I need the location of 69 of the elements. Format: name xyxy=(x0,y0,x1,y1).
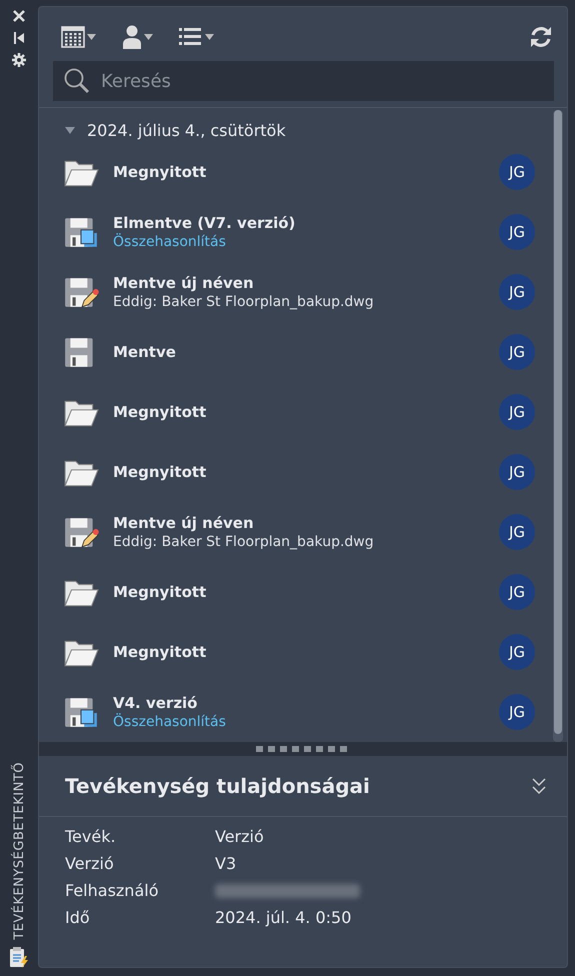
user-avatar: JG xyxy=(499,214,535,250)
activity-item[interactable]: Megnyitott JG xyxy=(39,142,553,202)
property-label: Idő xyxy=(65,908,91,927)
activity-item[interactable]: Mentve új néven Eddig: Baker St Floorplan_bakup.dwg JG xyxy=(39,502,553,562)
floppy-disk-pencil-icon xyxy=(63,515,99,549)
property-label: Tevék. xyxy=(65,827,117,846)
splitter-handle[interactable] xyxy=(39,742,567,756)
refresh-icon xyxy=(529,25,553,49)
properties-title: Tevékenység tulajdonságai xyxy=(65,774,371,798)
property-value: V3 xyxy=(215,854,238,873)
clipboard-lightning-icon[interactable] xyxy=(8,946,30,968)
search-field[interactable]: Keresés xyxy=(53,61,554,101)
user-icon xyxy=(122,25,142,49)
activity-item[interactable]: V4. verzió Összehasonlítás JG xyxy=(39,682,553,742)
compare-link[interactable]: Összehasonlítás xyxy=(113,234,485,250)
caret-icon xyxy=(205,34,214,40)
activity-title: V4. verzió xyxy=(113,694,198,712)
collapse-chevron-icon[interactable] xyxy=(531,777,547,795)
scrollbar-thumb[interactable] xyxy=(554,110,562,734)
calendar-icon xyxy=(61,26,85,48)
date-group-label: 2024. július 4., csütörtök xyxy=(87,120,286,140)
activity-title: Mentve új néven xyxy=(113,274,255,292)
date-group-header[interactable]: 2024. július 4., csütörtök xyxy=(39,112,553,142)
property-label: Verzió xyxy=(65,854,115,873)
activity-item[interactable]: Megnyitott JG xyxy=(39,442,553,502)
activity-detail: Eddig: Baker St Floorplan_bakup.dwg xyxy=(113,294,375,310)
user-avatar: JG xyxy=(499,634,535,670)
property-value: Verzió xyxy=(215,827,265,846)
floppy-disk-copy-icon xyxy=(63,215,99,249)
search-icon xyxy=(63,67,91,95)
activity-title: Megnyitott xyxy=(113,463,208,481)
palette-title: TEVÉKENYSÉGBETEKINTŐ xyxy=(12,762,26,940)
activity-detail: Eddig: Baker St Floorplan_bakup.dwg xyxy=(113,534,375,550)
user-avatar: JG xyxy=(499,274,535,310)
activity-title: Megnyitott xyxy=(113,163,208,181)
user-avatar: JG xyxy=(499,394,535,430)
activity-item[interactable]: Megnyitott JG xyxy=(39,382,553,442)
user-filter-button[interactable] xyxy=(122,25,153,49)
activity-title: Elmentve (V7. verzió) xyxy=(113,214,296,232)
activity-item[interactable]: Megnyitott JG xyxy=(39,622,553,682)
activity-item[interactable]: Megnyitott JG xyxy=(39,562,553,622)
activity-title: Megnyitott xyxy=(113,643,208,661)
activity-title: Mentve xyxy=(113,343,177,361)
user-avatar: JG xyxy=(499,454,535,490)
property-label: Felhasználó xyxy=(65,881,160,900)
activity-item[interactable]: Elmentve (V7. verzió) Összehasonlítás JG xyxy=(39,202,553,262)
activity-item[interactable]: Mentve JG xyxy=(39,322,553,382)
list-view-button[interactable] xyxy=(179,26,214,48)
floppy-disk-pencil-icon xyxy=(63,275,99,309)
caret-icon xyxy=(87,34,96,40)
settings-icon[interactable] xyxy=(11,52,27,68)
activity-item[interactable]: Mentve új néven Eddig: Baker St Floorplan_bakup.dwg JG xyxy=(39,262,553,322)
collapse-icon[interactable] xyxy=(11,30,27,46)
activity-title: Megnyitott xyxy=(113,583,208,601)
user-avatar: JG xyxy=(499,514,535,550)
activity-title: Mentve új néven xyxy=(113,514,255,532)
compare-link[interactable]: Összehasonlítás xyxy=(113,714,485,730)
property-value: 2024. júl. 4. 0:50 xyxy=(215,908,352,927)
close-icon[interactable] xyxy=(11,8,27,24)
calendar-filter-button[interactable] xyxy=(61,26,96,48)
refresh-button[interactable] xyxy=(529,25,553,49)
list-icon xyxy=(179,26,203,48)
activity-title: Megnyitott xyxy=(113,403,208,421)
user-avatar: JG xyxy=(499,334,535,370)
user-avatar: JG xyxy=(499,154,535,190)
user-avatar: JG xyxy=(499,694,535,730)
user-avatar: JG xyxy=(499,574,535,610)
caret-icon xyxy=(144,34,153,40)
floppy-disk-copy-icon xyxy=(63,695,99,729)
